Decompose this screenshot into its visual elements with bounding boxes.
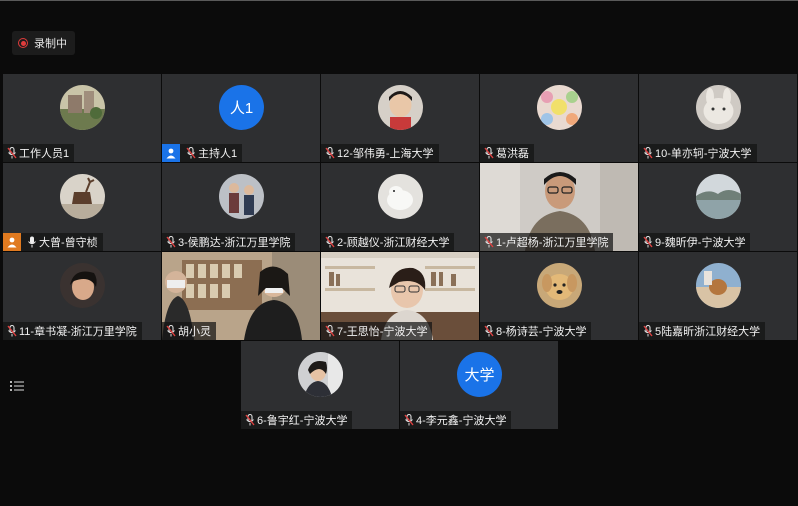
mic-muted-icon (5, 322, 19, 340)
mic-muted-icon (164, 322, 178, 340)
window-top-border (0, 0, 798, 1)
participant-name: 4-李元鑫-宁波大学 (416, 415, 507, 427)
participant-tile[interactable]: 葛洪磊 (480, 74, 638, 162)
participant-name: 工作人员1 (19, 148, 70, 160)
cohost-badge-icon (3, 233, 21, 251)
text-avatar: 人1 (219, 85, 264, 130)
mic-muted-icon (482, 144, 496, 162)
mic-muted-icon (323, 144, 337, 162)
participant-name: 胡小灵 (178, 326, 211, 338)
people-avatar (219, 174, 264, 219)
recording-indicator[interactable]: 录制中 (12, 31, 75, 55)
participant-name: 主持人1 (198, 148, 238, 160)
white-dog-avatar (378, 174, 423, 219)
host-badge-icon (162, 144, 180, 162)
mic-muted-icon (184, 144, 198, 162)
girl-avatar (60, 263, 105, 308)
record-icon (18, 38, 28, 48)
participant-name: 3-侯鹏达-浙江万里学院 (178, 237, 291, 249)
mic-muted-icon (641, 233, 655, 251)
mic-muted-icon (482, 322, 496, 340)
participant-tile[interactable]: 人1 主持人1 (162, 74, 320, 162)
participant-tile[interactable]: 大曾-曾守桢 (3, 163, 161, 251)
participant-tile[interactable]: 工作人员1 (3, 74, 161, 162)
mic-muted-icon (323, 322, 337, 340)
mic-muted-icon (5, 144, 19, 162)
participant-tile[interactable]: 6-鲁宇红-宁波大学 (241, 341, 399, 429)
golden-dog-avatar (537, 263, 582, 308)
participant-list-icon[interactable] (10, 380, 24, 392)
mic-muted-icon (402, 411, 416, 429)
participant-tile-video[interactable]: 1-卢超杨-浙江万里学院 (480, 163, 638, 251)
participant-name: 5陆嘉昕浙江财经大学 (655, 326, 761, 338)
deer-sculpture-avatar (60, 174, 105, 219)
participant-name: 葛洪磊 (496, 148, 529, 160)
participant-tile[interactable]: 2-顾越仪-浙江财经大学 (321, 163, 479, 251)
mic-muted-icon (323, 233, 337, 251)
lake-avatar (696, 174, 741, 219)
participant-name: 9-魏昕伊-宁波大学 (655, 237, 746, 249)
campus-avatar (60, 85, 105, 130)
participant-name: 2-顾越仪-浙江财经大学 (337, 237, 450, 249)
text-avatar: 大学 (457, 352, 502, 397)
woman-room-avatar (298, 352, 343, 397)
mic-muted-icon (641, 322, 655, 340)
participant-tile[interactable]: 5陆嘉昕浙江财经大学 (639, 252, 797, 340)
participant-name: 7-王思怡-宁波大学 (337, 326, 428, 338)
mic-muted-icon (641, 144, 655, 162)
mic-muted-icon (482, 233, 496, 251)
participant-name: 11-章书凝-浙江万里学院 (19, 326, 137, 338)
participant-name: 12-邹伟勇-上海大学 (337, 148, 434, 160)
child-avatar (378, 85, 423, 130)
rabbit-avatar (696, 85, 741, 130)
participant-name: 1-卢超杨-浙江万里学院 (496, 237, 609, 249)
participant-tile[interactable]: 大学 4-李元鑫-宁波大学 (400, 341, 558, 429)
participant-name: 大曾-曾守桢 (39, 237, 98, 249)
participant-tile[interactable]: 8-杨诗芸-宁波大学 (480, 252, 638, 340)
flower-avatar (537, 85, 582, 130)
participant-tile[interactable]: 12-邹伟勇-上海大学 (321, 74, 479, 162)
mic-muted-icon (164, 233, 178, 251)
mic-active-icon (25, 233, 39, 251)
participant-tile[interactable]: 3-侯鹏达-浙江万里学院 (162, 163, 320, 251)
participant-name: 6-鲁宇红-宁波大学 (257, 415, 348, 427)
participant-name: 8-杨诗芸-宁波大学 (496, 326, 587, 338)
participant-tile[interactable]: 11-章书凝-浙江万里学院 (3, 252, 161, 340)
participant-tile[interactable]: 10-单亦轲-宁波大学 (639, 74, 797, 162)
dog-beach-avatar (696, 263, 741, 308)
participant-tile-video[interactable]: 7-王思怡-宁波大学 (321, 252, 479, 340)
recording-label: 录制中 (34, 38, 67, 50)
participant-tile[interactable]: 9-魏昕伊-宁波大学 (639, 163, 797, 251)
mic-muted-icon (243, 411, 257, 429)
participant-tile-video[interactable]: 胡小灵 (162, 252, 320, 340)
participant-name: 10-单亦轲-宁波大学 (655, 148, 752, 160)
